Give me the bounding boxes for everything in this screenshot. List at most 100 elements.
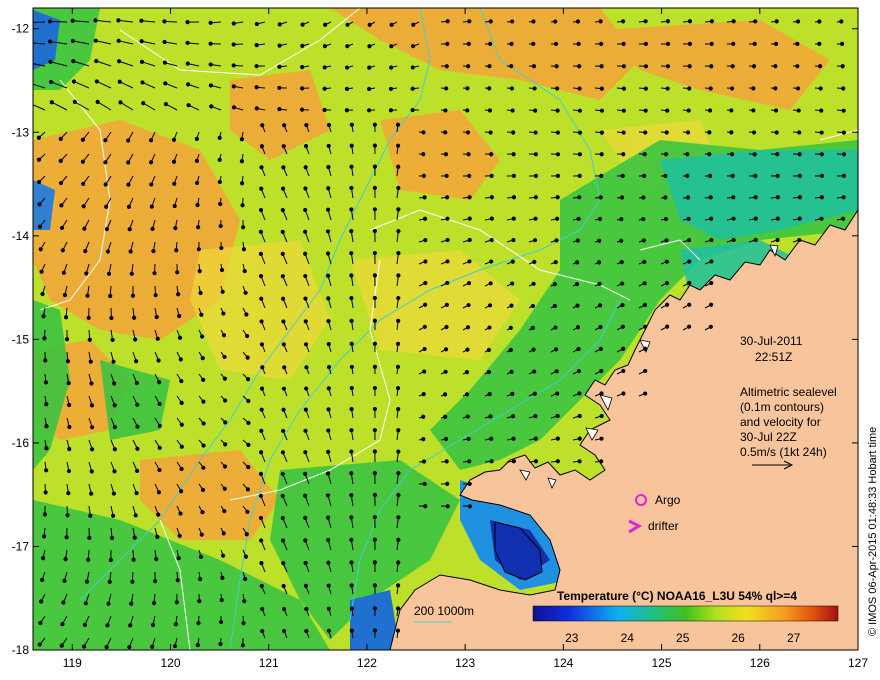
velocity-arrow-head bbox=[686, 238, 692, 243]
velocity-arrow-head bbox=[111, 491, 117, 496]
velocity-arrow-head bbox=[423, 280, 428, 286]
velocity-arrow-head bbox=[87, 535, 92, 540]
velocity-arrow-head bbox=[82, 226, 87, 231]
velocity-arrow-head bbox=[304, 628, 309, 634]
velocity-arrow-head bbox=[423, 504, 428, 509]
velocity-arrow-head bbox=[326, 164, 331, 170]
velocity-arrow-head bbox=[277, 106, 282, 112]
velocity-arrow-head bbox=[246, 420, 251, 425]
velocity-arrow-head bbox=[577, 459, 582, 464]
velocity-arrow-head bbox=[599, 413, 604, 419]
velocity-arrow-head bbox=[642, 281, 647, 286]
velocity-arrow-head bbox=[58, 180, 64, 186]
velocity-arrow-head bbox=[687, 280, 692, 286]
velocity-arrow-head bbox=[444, 302, 450, 307]
velocity-arrow-head bbox=[195, 642, 200, 648]
velocity-arrow-head bbox=[555, 459, 560, 464]
lon-tick-label: 126 bbox=[750, 656, 770, 670]
velocity-arrow-head bbox=[596, 260, 602, 265]
velocity-arrow-head bbox=[753, 237, 758, 243]
velocity-arrow-head bbox=[773, 41, 779, 46]
velocity-arrow-head bbox=[47, 39, 53, 44]
velocity-arrow-head bbox=[26, 61, 29, 64]
velocity-arrow-head bbox=[178, 357, 183, 362]
velocity-arrow-head bbox=[67, 446, 72, 452]
velocity-arrow-head bbox=[82, 622, 87, 628]
velocity-arrow-head bbox=[245, 355, 250, 360]
velocity-arrow-head bbox=[201, 377, 206, 382]
velocity-arrow-head bbox=[349, 341, 354, 346]
velocity-arrow-head bbox=[575, 238, 580, 243]
velocity-arrow-head bbox=[531, 19, 536, 24]
velocity-arrow-head bbox=[372, 537, 377, 542]
velocity-arrow-head bbox=[231, 105, 237, 110]
velocity-arrow-head bbox=[445, 280, 450, 286]
velocity-arrow-head bbox=[223, 442, 228, 447]
velocity-arrow-head bbox=[372, 428, 377, 433]
velocity-arrow-head bbox=[445, 41, 450, 46]
velocity-arrow-head bbox=[240, 643, 245, 648]
velocity-arrow-head bbox=[467, 173, 472, 178]
velocity-arrow-head bbox=[36, 157, 42, 162]
velocity-arrow-head bbox=[117, 59, 122, 64]
velocity-arrow-head bbox=[112, 469, 117, 474]
velocity-arrow-head bbox=[410, 44, 416, 49]
velocity-arrow-head bbox=[174, 600, 179, 605]
velocity-arrow-head bbox=[303, 229, 308, 234]
velocity-arrow-head bbox=[172, 203, 177, 209]
velocity-arrow-head bbox=[349, 537, 354, 542]
velocity-arrow-head bbox=[641, 173, 647, 178]
velocity-arrow-head bbox=[372, 228, 377, 234]
velocity-arrow-head bbox=[325, 251, 331, 256]
velocity-arrow-head bbox=[300, 22, 305, 27]
velocity-arrow-head bbox=[326, 386, 331, 391]
velocity-arrow-head bbox=[510, 108, 515, 113]
velocity-arrow-head bbox=[157, 423, 162, 428]
velocity-arrow-head bbox=[281, 144, 286, 149]
velocity-arrow-head bbox=[422, 481, 427, 486]
velocity-arrow-head bbox=[467, 19, 472, 24]
velocity-arrow-head bbox=[466, 281, 472, 286]
velocity-arrow-head bbox=[281, 386, 287, 391]
velocity-arrow-head bbox=[303, 251, 308, 256]
velocity-arrow-head bbox=[797, 195, 803, 200]
velocity-arrow-head bbox=[130, 579, 135, 584]
velocity-arrow-head bbox=[840, 64, 845, 69]
velocity-arrow-head bbox=[44, 446, 49, 451]
velocity-arrow-head bbox=[27, 101, 30, 104]
velocity-arrow-head bbox=[280, 274, 285, 279]
velocity-arrow-head bbox=[466, 302, 471, 308]
velocity-arrow-head bbox=[139, 39, 144, 44]
velocity-arrow-head bbox=[841, 152, 847, 157]
velocity-arrow-head bbox=[259, 165, 264, 170]
velocity-arrow-head bbox=[157, 380, 162, 385]
velocity-arrow-head bbox=[421, 392, 426, 397]
velocity-arrow-head bbox=[533, 130, 538, 135]
velocity-arrow-head bbox=[817, 19, 822, 24]
velocity-arrow-head bbox=[508, 325, 513, 331]
velocity-arrow-head bbox=[663, 216, 669, 222]
velocity-arrow-head bbox=[223, 398, 228, 403]
velocity-arrow-head bbox=[303, 515, 308, 521]
velocity-arrow-head bbox=[258, 450, 264, 455]
velocity-arrow-head bbox=[179, 422, 184, 427]
velocity-arrow-head bbox=[186, 103, 191, 108]
velocity-arrow-head bbox=[422, 324, 427, 329]
velocity-arrow-head bbox=[729, 152, 735, 157]
velocity-arrow-head bbox=[685, 195, 691, 200]
velocity-arrow-head bbox=[643, 108, 648, 113]
velocity-arrow-head bbox=[795, 86, 801, 91]
velocity-arrow-head bbox=[325, 493, 331, 498]
altimetry-line-5: 0.5m/s (1kt 24h) bbox=[740, 445, 827, 459]
velocity-arrow-head bbox=[465, 325, 471, 330]
velocity-arrow-head bbox=[259, 186, 264, 191]
altimetry-line-3: and velocity for bbox=[740, 415, 821, 429]
velocity-arrow-head bbox=[218, 619, 224, 625]
velocity-arrow-head bbox=[277, 22, 282, 27]
velocity-arrow-head bbox=[396, 273, 401, 278]
velocity-arrow-head bbox=[443, 152, 449, 157]
velocity-arrow-head bbox=[64, 337, 70, 342]
velocity-arrow-head bbox=[222, 486, 227, 491]
velocity-arrow-head bbox=[486, 347, 491, 353]
velocity-arrow-head bbox=[554, 238, 559, 243]
